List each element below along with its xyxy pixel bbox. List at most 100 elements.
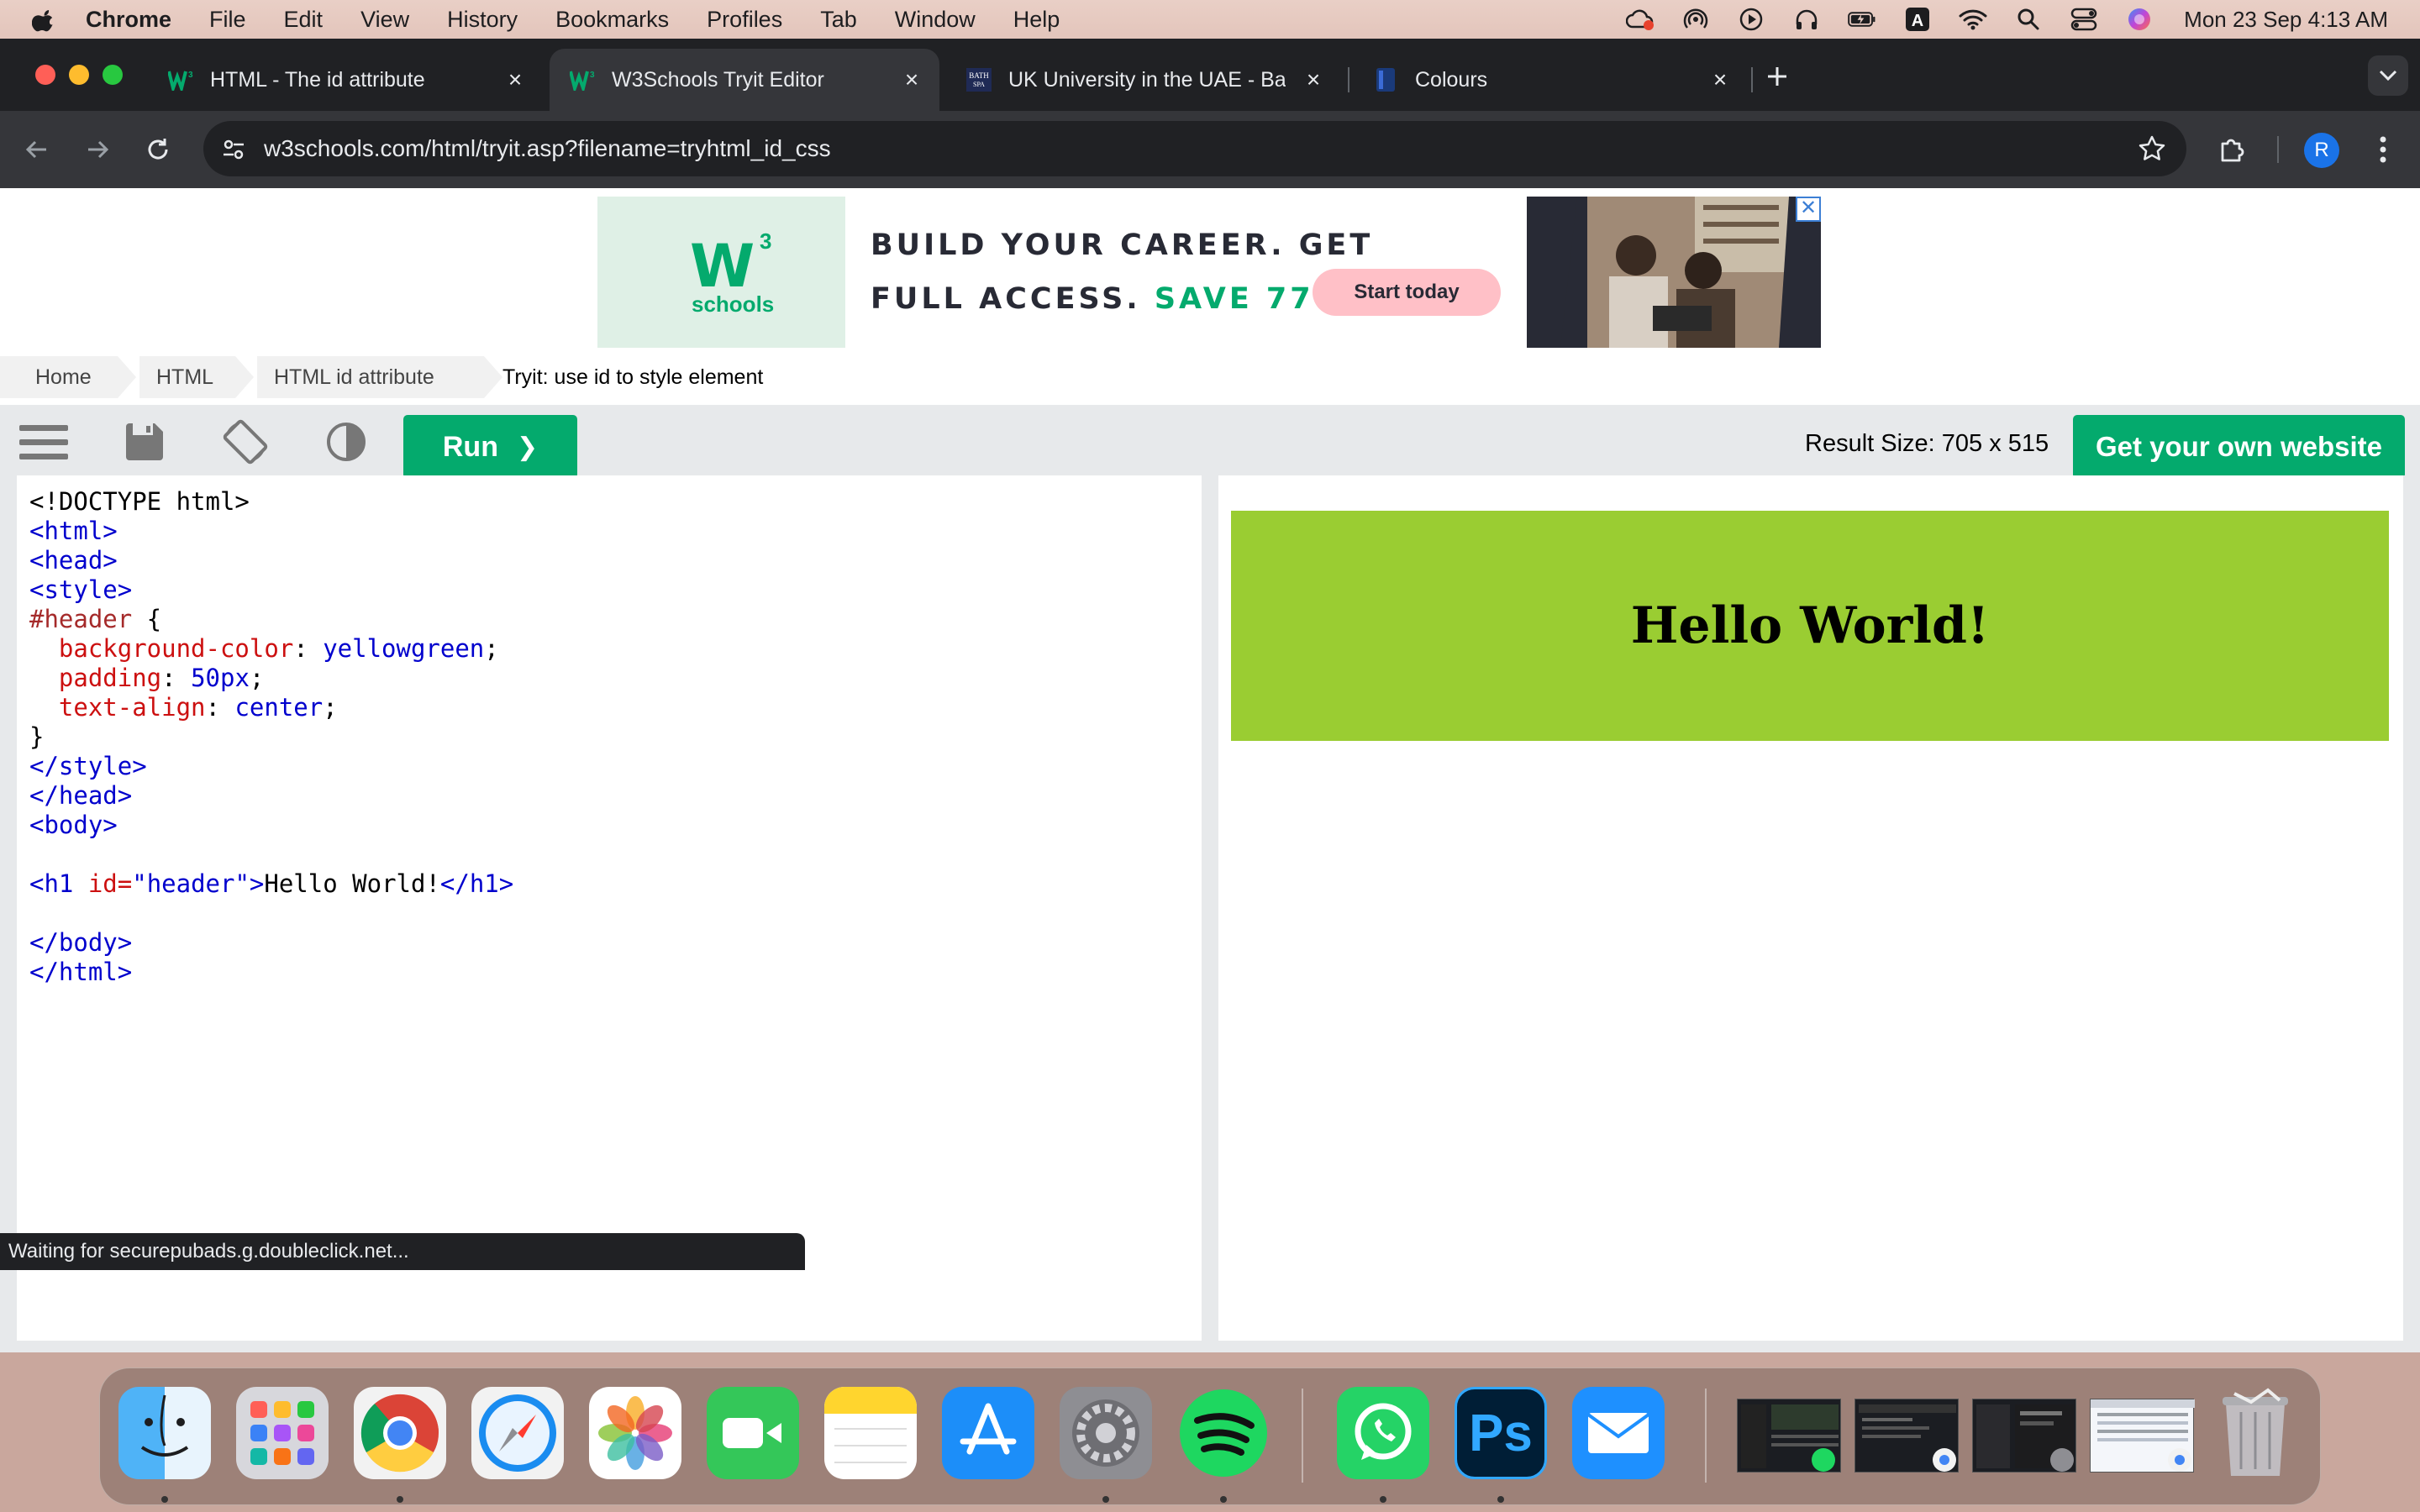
dock-system-settings-icon[interactable] bbox=[1060, 1387, 1152, 1479]
menu-file[interactable]: File bbox=[209, 7, 246, 33]
reload-icon[interactable] bbox=[138, 129, 178, 170]
get-your-own-website-button[interactable]: Get your own website bbox=[2073, 415, 2405, 479]
code-html-open: <html> bbox=[29, 517, 118, 545]
code-editor[interactable]: <!DOCTYPE html> <html> <head> <style> #h… bbox=[17, 475, 1202, 1341]
menu-app-name[interactable]: Chrome bbox=[86, 7, 171, 33]
svg-text:3: 3 bbox=[188, 71, 193, 80]
back-arrow-icon[interactable] bbox=[17, 129, 57, 170]
bath-spa-favicon: BATH SPA bbox=[966, 67, 992, 92]
dock-window-thumbnail-chrome[interactable] bbox=[1854, 1399, 1959, 1473]
menu-bookmarks[interactable]: Bookmarks bbox=[555, 7, 669, 33]
rotate-layout-icon[interactable] bbox=[220, 417, 271, 467]
dock-window-thumbnail-spotify[interactable] bbox=[1737, 1399, 1841, 1473]
ad-close-icon[interactable]: ✕ bbox=[1796, 197, 1821, 222]
forward-arrow-icon[interactable] bbox=[77, 129, 118, 170]
menu-view[interactable]: View bbox=[360, 7, 409, 33]
tab-html-id-attribute[interactable]: 3 HTML - The id attribute × bbox=[148, 49, 543, 111]
now-playing-icon[interactable] bbox=[1737, 7, 1765, 32]
dock-whatsapp-icon[interactable] bbox=[1337, 1387, 1429, 1479]
advertisement-banner[interactable]: W 3 schools BUILD YOUR CAREER. GET FULL … bbox=[597, 197, 1821, 348]
dock-trash-icon[interactable] bbox=[2209, 1387, 2302, 1479]
code-doctype: <!DOCTYPE html> bbox=[29, 487, 250, 516]
code-attr-name: id= bbox=[73, 869, 133, 898]
address-bar[interactable]: w3schools.com/html/tryit.asp?filename=tr… bbox=[203, 121, 2186, 176]
dock-chrome-icon[interactable] bbox=[354, 1387, 446, 1479]
w3schools-logo-superscript: 3 bbox=[760, 228, 772, 254]
new-tab-icon[interactable] bbox=[1763, 62, 1791, 91]
spotlight-search-icon[interactable] bbox=[2014, 7, 2043, 32]
ad-headline-line2: FULL ACCESS. SAVE 770$ bbox=[871, 282, 1361, 316]
w3schools-logo-mark: W bbox=[690, 232, 755, 301]
run-button[interactable]: Run ❯ bbox=[403, 415, 577, 479]
tab-uk-university[interactable]: BATH SPA UK University in the UAE - Ba × bbox=[946, 49, 1341, 111]
svg-text:BATH: BATH bbox=[969, 71, 989, 80]
bookmark-star-icon[interactable] bbox=[2138, 134, 2166, 163]
tab-w3schools-tryit[interactable]: 3 W3Schools Tryit Editor × bbox=[550, 49, 939, 111]
w3schools-logo-text: schools bbox=[692, 291, 775, 317]
dock-app-store-icon[interactable] bbox=[942, 1387, 1034, 1479]
close-tab-icon[interactable]: × bbox=[1302, 68, 1324, 92]
wifi-icon[interactable] bbox=[1959, 7, 1987, 32]
close-tab-icon[interactable]: × bbox=[901, 68, 923, 92]
code-value: 50px bbox=[191, 664, 250, 692]
airdrop-icon[interactable] bbox=[1681, 7, 1710, 32]
ad-start-today-button[interactable]: Start today bbox=[1313, 269, 1501, 316]
tryit-workspace: <!DOCTYPE html> <html> <head> <style> #h… bbox=[0, 475, 2420, 1352]
battery-icon[interactable] bbox=[1848, 7, 1876, 32]
input-source-icon[interactable]: A bbox=[1903, 7, 1932, 32]
dock-photoshop-icon[interactable]: Ps bbox=[1455, 1387, 1547, 1479]
zoom-window-button[interactable] bbox=[103, 65, 123, 85]
dock-facetime-icon[interactable] bbox=[707, 1387, 799, 1479]
tab-colours[interactable]: Colours × bbox=[1353, 49, 1748, 111]
menu-window[interactable]: Window bbox=[895, 7, 976, 33]
breadcrumb-home[interactable]: Home bbox=[0, 356, 118, 398]
dock-notes-icon[interactable] bbox=[824, 1387, 917, 1479]
save-floppy-icon[interactable] bbox=[119, 417, 170, 467]
dock-window-thumbnail-settings[interactable] bbox=[1972, 1399, 2076, 1473]
menu-profiles[interactable]: Profiles bbox=[707, 7, 782, 33]
close-window-button[interactable] bbox=[35, 65, 55, 85]
tab-title: Colours bbox=[1415, 67, 1488, 92]
siri-icon[interactable] bbox=[2125, 7, 2154, 32]
control-center-icon[interactable] bbox=[2070, 7, 2098, 32]
hamburger-menu-icon[interactable] bbox=[18, 417, 69, 467]
dock-spotify-icon[interactable] bbox=[1177, 1387, 1270, 1479]
minimize-window-button[interactable] bbox=[69, 65, 89, 85]
tab-search-chevron-down-icon[interactable] bbox=[2368, 55, 2408, 96]
dock-window-thumbnail-chrome-2[interactable] bbox=[2090, 1399, 2195, 1473]
dark-mode-toggle-icon[interactable] bbox=[321, 417, 371, 467]
dock-mail-icon[interactable] bbox=[1572, 1387, 1665, 1479]
menu-tab[interactable]: Tab bbox=[820, 7, 857, 33]
address-url[interactable]: w3schools.com/html/tryit.asp?filename=tr… bbox=[264, 135, 831, 162]
extensions-puzzle-icon[interactable] bbox=[2212, 129, 2252, 170]
apple-menu-icon[interactable] bbox=[32, 7, 57, 32]
close-tab-icon[interactable]: × bbox=[504, 68, 526, 92]
breadcrumb-id-attribute[interactable]: HTML id attribute bbox=[257, 356, 484, 398]
dock-launchpad-icon[interactable] bbox=[236, 1387, 329, 1479]
ad-photo bbox=[1527, 197, 1821, 348]
headphones-icon[interactable] bbox=[1792, 7, 1821, 32]
code-property: text-align bbox=[58, 693, 206, 722]
chrome-menu-kebab-icon[interactable] bbox=[2363, 129, 2403, 170]
code-h1-open: <h1 bbox=[29, 869, 74, 898]
code-head-close: </head> bbox=[29, 781, 133, 810]
breadcrumb-html[interactable]: HTML bbox=[139, 356, 235, 398]
close-tab-icon[interactable]: × bbox=[1709, 68, 1731, 92]
menu-help[interactable]: Help bbox=[1013, 7, 1060, 33]
dock-safari-icon[interactable] bbox=[471, 1387, 564, 1479]
code-h1-text: Hello World! bbox=[264, 869, 440, 898]
menu-bar-clock[interactable]: Mon 23 Sep 4:13 AM bbox=[2184, 7, 2388, 33]
dock-photos-icon[interactable] bbox=[589, 1387, 681, 1479]
dock-running-dot bbox=[1220, 1496, 1227, 1503]
code-text[interactable]: <!DOCTYPE html> <html> <head> <style> #h… bbox=[29, 487, 513, 987]
dock-finder-icon[interactable] bbox=[118, 1387, 211, 1479]
menu-edit[interactable]: Edit bbox=[284, 7, 324, 33]
profile-avatar[interactable]: R bbox=[2304, 133, 2339, 168]
code-body-open: <body> bbox=[29, 811, 118, 839]
site-info-icon[interactable] bbox=[220, 136, 247, 163]
creative-cloud-icon[interactable] bbox=[1626, 7, 1655, 32]
tab-separator bbox=[1348, 67, 1349, 92]
toolbar-divider bbox=[2277, 136, 2279, 163]
menu-history[interactable]: History bbox=[447, 7, 518, 33]
result-frame[interactable]: Hello World! bbox=[1218, 475, 2403, 1341]
